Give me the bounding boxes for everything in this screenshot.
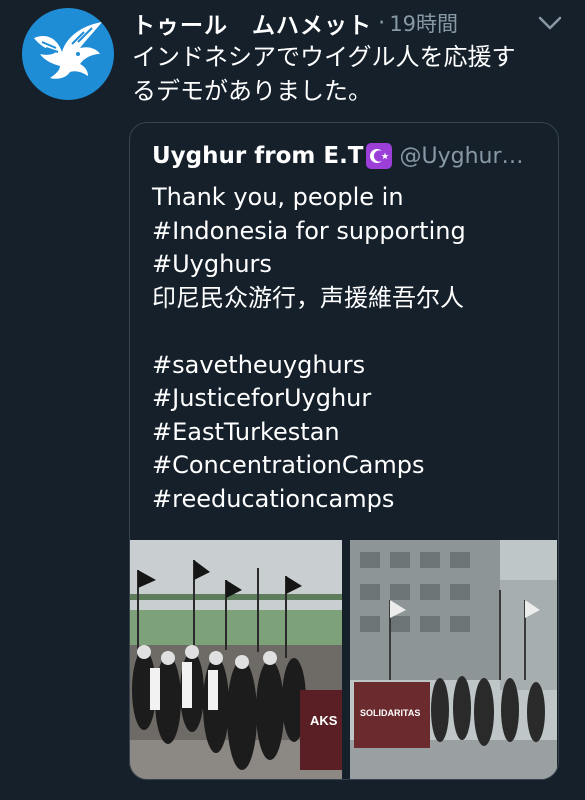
avatar[interactable] xyxy=(22,8,114,100)
photo-grid: AKS SOLIDARITAS xyxy=(130,540,557,779)
quote-line: Thank you, people in xyxy=(152,183,404,211)
quote-handle: @Uyghur… xyxy=(399,143,524,169)
quote-line-hashtag: #ConcentrationCamps xyxy=(152,451,425,479)
quote-line-blank xyxy=(152,315,552,349)
separator: · xyxy=(378,10,386,36)
quote-line-hashtag: #EastTurkestan xyxy=(152,417,340,446)
quote-line-hashtag: #reeducationcamps xyxy=(152,484,395,513)
author-name[interactable]: トゥール ムハメット xyxy=(132,6,372,40)
quote-line-hashtag: #Uyghurs xyxy=(152,250,272,278)
quote-line: 印尼民众游行，声援維吾尔人 xyxy=(152,283,464,312)
timestamp[interactable]: 19時間 xyxy=(389,8,458,38)
tweet-text-line: るデモがありました。 xyxy=(132,77,372,105)
tweet-text: インドネシアでウイグル人を応援す るデモがありました。 xyxy=(132,40,572,108)
quote-text: Thank you, people in #Indonesia for supp… xyxy=(152,181,552,516)
quoted-tweet[interactable]: Uyghur from E.T @Uyghur… Thank you, peop… xyxy=(129,122,559,780)
protest-photo-right[interactable]: SOLIDARITAS xyxy=(350,540,557,779)
tweet-header: トゥール ムハメット · 19時間 xyxy=(132,6,572,40)
quote-author-name: Uyghur from E.T xyxy=(152,143,364,169)
banner-text: AKS xyxy=(310,713,338,728)
quote-line-hashtag: #JusticeforUyghur xyxy=(152,384,372,412)
banner-text: SOLIDARITAS xyxy=(360,708,420,718)
quote-header: Uyghur from E.T @Uyghur… xyxy=(152,139,552,173)
quote-line-hashtag: #savetheuyghurs xyxy=(152,350,366,379)
eagle-logo xyxy=(34,22,102,79)
star-crescent-icon xyxy=(365,143,392,169)
protest-photo-left[interactable]: AKS xyxy=(130,540,342,779)
chevron-down-icon[interactable] xyxy=(536,12,564,34)
tweet-text-line: インドネシアでウイグル人を応援す xyxy=(132,43,516,71)
quote-line-hashtag: #Indonesia for supporting xyxy=(152,216,466,245)
